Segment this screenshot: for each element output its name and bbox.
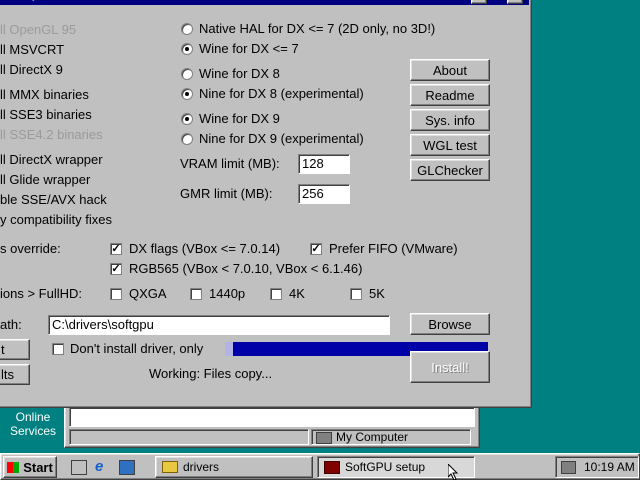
- dx-flags-checkbox[interactable]: ✓: [110, 243, 122, 255]
- radio-dx9-wine[interactable]: [181, 113, 193, 125]
- component-item[interactable]: ble SSE/AVX hack: [0, 192, 107, 208]
- vram-input[interactable]: 128: [298, 154, 350, 174]
- res-4k-label: 4K: [289, 286, 305, 301]
- setup-app-icon: [324, 460, 340, 474]
- windows-logo-icon: [7, 461, 20, 473]
- component-item[interactable]: ll Glide wrapper: [0, 172, 90, 188]
- res-5k-checkbox[interactable]: [350, 288, 362, 300]
- radio-dx9-nine[interactable]: [181, 133, 193, 145]
- network-tray-icon[interactable]: [561, 461, 576, 474]
- radio-dx7-wine-label: Wine for DX <= 7: [199, 41, 299, 56]
- rgb565-checkbox[interactable]: ✓: [110, 263, 122, 275]
- radio-dx7-wine[interactable]: [181, 43, 193, 55]
- dont-install-label: Don't install driver, only: [70, 341, 204, 356]
- desktop-icon-online-services[interactable]: Online Services: [0, 410, 66, 444]
- status-text: Working: Files copy...: [149, 366, 273, 381]
- task-drivers[interactable]: drivers: [155, 456, 313, 478]
- qxga-checkbox[interactable]: [110, 288, 122, 300]
- path-label: ath:: [0, 317, 22, 332]
- fullhd-label: ions > FullHD:: [0, 286, 82, 301]
- quicklaunch: e: [67, 458, 145, 476]
- channels-icon[interactable]: [119, 460, 135, 475]
- gmr-input[interactable]: 256: [298, 184, 350, 204]
- my-computer-icon: [316, 432, 332, 444]
- component-item[interactable]: ll SSE4.2 binaries: [0, 127, 103, 143]
- status-pane-location: My Computer: [311, 429, 471, 445]
- close-button[interactable]: ✕: [507, 0, 523, 4]
- task-softgpu-label: SoftGPU setup: [345, 460, 426, 474]
- res-4k-checkbox[interactable]: [270, 288, 282, 300]
- system-tray: 10:19 AM: [555, 456, 639, 478]
- radio-dx8-wine[interactable]: [181, 68, 193, 80]
- component-item[interactable]: ll DirectX 9: [0, 62, 63, 78]
- component-item[interactable]: ll MSVCRT: [0, 42, 64, 58]
- radio-dx9-nine-label: Nine for DX 9 (experimental): [199, 131, 364, 146]
- internet-explorer-icon[interactable]: e: [95, 458, 103, 475]
- radio-dx8-nine[interactable]: [181, 88, 193, 100]
- explorer-statusbar: My Computer: [69, 429, 475, 447]
- progress-fill-highlight: [225, 342, 233, 356]
- glchecker-button[interactable]: GLChecker: [410, 159, 490, 181]
- radio-dx8-nine-label: Nine for DX 8 (experimental): [199, 86, 364, 101]
- wgltest-button[interactable]: WGL test: [410, 134, 490, 156]
- override-label: s override:: [0, 241, 61, 256]
- left-partial-button-1[interactable]: t: [0, 339, 30, 360]
- radio-dx9-wine-label: Wine for DX 9: [199, 111, 280, 126]
- qxga-label: QXGA: [129, 286, 167, 301]
- radio-dx8-wine-label: Wine for DX 8: [199, 66, 280, 81]
- explorer-status-text: My Computer: [336, 430, 409, 444]
- title-bar: setup ✕: [0, 0, 529, 5]
- dx-flags-label: DX flags (VBox <= 7.0.14): [129, 241, 281, 256]
- component-item[interactable]: ll DirectX wrapper: [0, 152, 103, 168]
- folder-icon: [162, 461, 178, 473]
- component-item[interactable]: ll SSE3 binaries: [0, 107, 92, 123]
- sysinfo-button[interactable]: Sys. info: [410, 109, 490, 131]
- status-pane-empty: [69, 429, 309, 445]
- gmr-label: GMR limit (MB):: [180, 186, 273, 201]
- explorer-window[interactable]: My Computer: [64, 404, 480, 448]
- vram-label: VRAM limit (MB):: [180, 156, 280, 171]
- task-drivers-label: drivers: [183, 460, 220, 474]
- mouse-cursor-icon: [448, 464, 459, 480]
- dont-install-checkbox[interactable]: [52, 343, 64, 355]
- component-item[interactable]: ll OpenGL 95: [0, 22, 76, 38]
- radio-dx7-native[interactable]: [181, 23, 193, 35]
- res-1440p-label: 1440p: [209, 286, 246, 301]
- online-services-label: Online Services: [9, 410, 56, 438]
- minimize-button[interactable]: [471, 0, 487, 4]
- prefer-fifo-label: Prefer FIFO (VMware): [329, 241, 458, 256]
- component-item[interactable]: y compatibility fixes: [0, 212, 112, 228]
- res-5k-label: 5K: [369, 286, 385, 301]
- browse-button[interactable]: Browse: [410, 313, 490, 335]
- install-button[interactable]: Install!: [410, 351, 490, 383]
- readme-button[interactable]: Readme: [410, 84, 490, 106]
- window-title: setup: [7, 0, 39, 1]
- explorer-content: [69, 407, 475, 427]
- radio-dx7-native-label: Native HAL for DX <= 7 (2D only, no 3D!): [199, 21, 436, 36]
- path-input[interactable]: C:\drivers\softgpu: [48, 315, 390, 335]
- rgb565-label: RGB565 (VBox < 7.0.10, VBox < 6.1.46): [129, 261, 363, 276]
- clock: 10:19 AM: [584, 460, 635, 474]
- taskbar: Start e drivers SoftGPU setup 10:19 AM: [0, 453, 640, 480]
- left-partial-button-2[interactable]: lts: [0, 364, 30, 385]
- start-label: Start: [23, 459, 53, 475]
- prefer-fifo-checkbox[interactable]: ✓: [310, 243, 322, 255]
- about-button[interactable]: About: [410, 59, 490, 81]
- desktop-quicklaunch-icon[interactable]: [71, 460, 87, 475]
- component-item[interactable]: ll MMX binaries: [0, 87, 89, 103]
- start-button[interactable]: Start: [3, 456, 57, 478]
- res-1440p-checkbox[interactable]: [190, 288, 202, 300]
